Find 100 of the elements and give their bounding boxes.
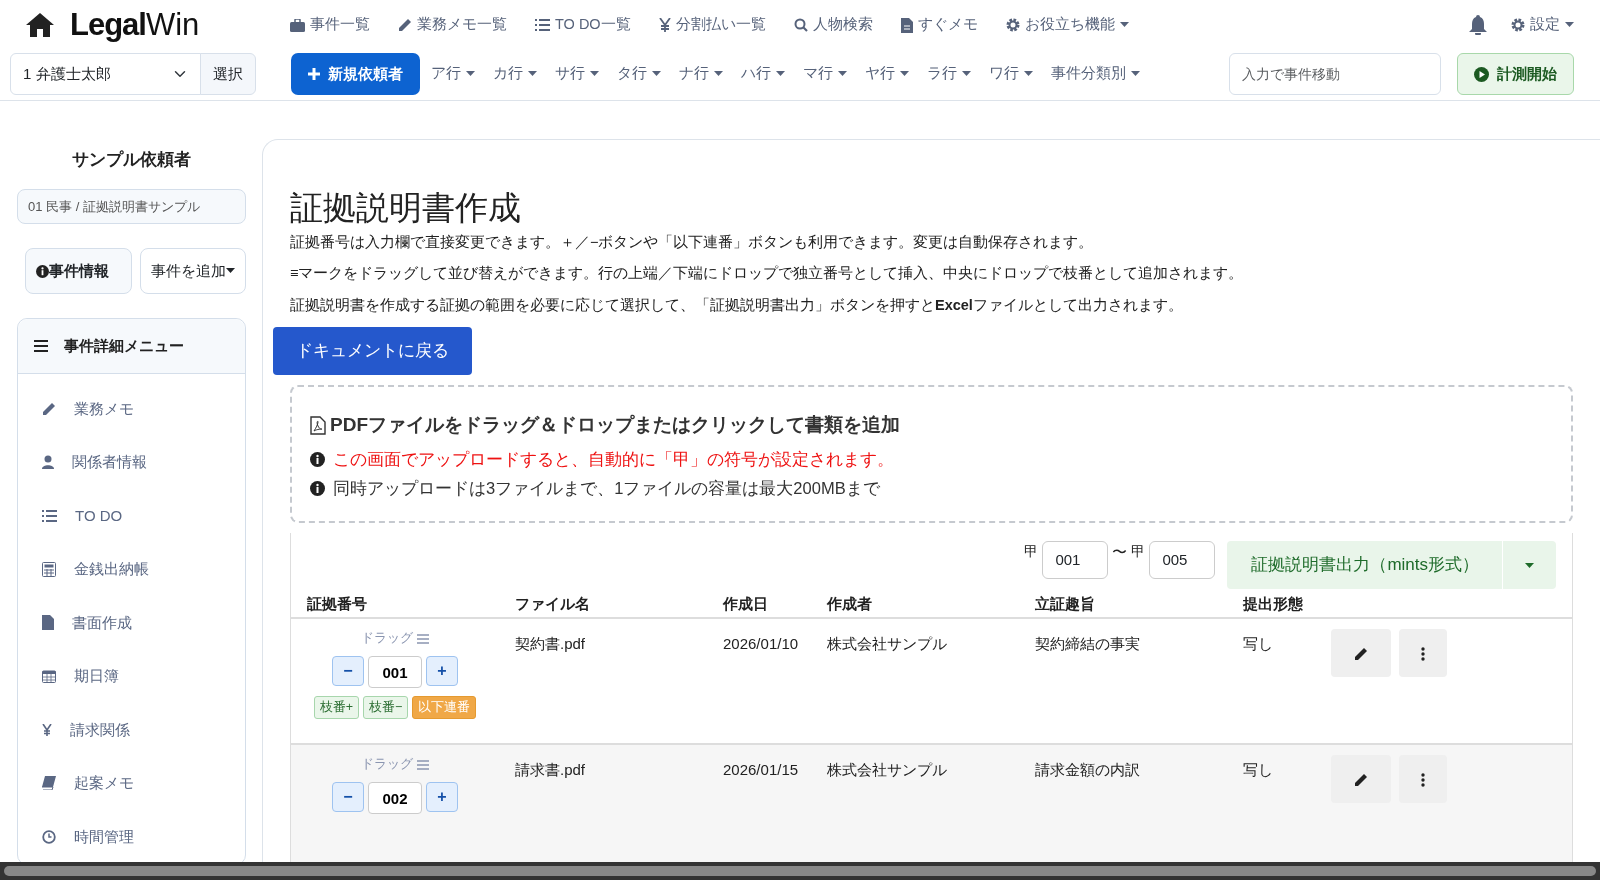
- evidence-number-field[interactable]: 002: [368, 782, 422, 815]
- index-menu[interactable]: カ行: [493, 63, 537, 85]
- list-icon: [42, 509, 57, 522]
- nav-link[interactable]: お役立ち機能: [1005, 14, 1129, 36]
- menu-item[interactable]: 時間管理: [18, 810, 245, 864]
- table-cell: 契約締結の事実: [1035, 635, 1140, 653]
- list-icon: [535, 19, 550, 31]
- calendar-icon: [42, 669, 56, 684]
- new-client-button[interactable]: 新規依頼者: [291, 53, 420, 95]
- edit-button[interactable]: [1331, 629, 1391, 678]
- nav-link[interactable]: TO DO一覧: [535, 14, 631, 36]
- add-case-button[interactable]: 事件を追加: [140, 248, 246, 294]
- menu-item[interactable]: TO DO: [18, 489, 245, 543]
- info-icon: [36, 264, 49, 278]
- nav-link[interactable]: 人物検索: [793, 14, 873, 36]
- menu-icon: [34, 340, 48, 352]
- menu-item[interactable]: 期日簿: [18, 649, 245, 703]
- kebab-menu-icon: [1421, 773, 1425, 788]
- menu-item[interactable]: 請求関係: [18, 703, 245, 757]
- yen-icon: [42, 723, 52, 736]
- caret-icon: [900, 71, 909, 77]
- branch-number-button[interactable]: 枝番+: [313, 696, 359, 719]
- info-icon: [310, 480, 325, 496]
- clock-icon: [42, 829, 56, 844]
- menu-item[interactable]: 業務メモ: [18, 382, 245, 436]
- nav-link[interactable]: すぐメモ: [900, 14, 978, 36]
- decrement-button[interactable]: −: [332, 782, 364, 813]
- menu-item[interactable]: 関係者情報: [18, 435, 245, 489]
- case-label[interactable]: 01 民事 / 証拠説明書サンプル: [17, 188, 246, 224]
- nav-link[interactable]: 事件一覧: [290, 14, 370, 36]
- export-dropdown-toggle[interactable]: [1502, 540, 1556, 589]
- pdf-file-icon: [310, 415, 326, 435]
- table-cell: 2026/01/10: [723, 635, 799, 653]
- increment-button[interactable]: +: [426, 782, 458, 813]
- pencil-icon: [1354, 773, 1368, 788]
- back-button[interactable]: ドキュメントに戻る: [273, 326, 472, 375]
- home-icon: [26, 13, 54, 37]
- index-menu[interactable]: タ行: [617, 63, 661, 85]
- notice-text: この画面でアップロードすると、自動的に「甲」の符号が設定されます。: [333, 449, 894, 471]
- timer-start-button[interactable]: 計測開始: [1457, 53, 1574, 95]
- caret-icon: [962, 71, 971, 77]
- index-menu[interactable]: サ行: [555, 63, 599, 85]
- range-start-field[interactable]: 001: [1042, 540, 1109, 579]
- branch-number-button[interactable]: 枝番−: [363, 696, 409, 719]
- index-menu[interactable]: ハ行: [741, 63, 785, 85]
- instruction-text: ≡マークをドラッグして並び替えができます。行の上端／下端にドロップで独立番号として挿入、中央にドロップで枝番として追加されます。: [290, 264, 1245, 284]
- caret-icon: [776, 71, 785, 77]
- menu-item[interactable]: 書面作成: [18, 596, 245, 650]
- menu-item[interactable]: 金銭出納帳: [18, 542, 245, 596]
- scrollbar[interactable]: [0, 862, 1600, 880]
- drag-handle-icon: [417, 633, 429, 644]
- table-cell: 写し: [1243, 761, 1273, 779]
- increment-button[interactable]: +: [426, 656, 458, 687]
- book-icon: [42, 776, 56, 791]
- nav-link[interactable]: 分割払い一覧: [658, 14, 766, 36]
- table-cell: 契約書.pdf: [515, 635, 586, 653]
- evidence-number-field[interactable]: 001: [368, 656, 422, 689]
- info-icon: [310, 452, 325, 468]
- gear-icon: [1005, 18, 1020, 32]
- caret-icon: [1131, 71, 1140, 77]
- nav-link[interactable]: 業務メモ一覧: [398, 14, 507, 36]
- decrement-button[interactable]: −: [332, 656, 364, 687]
- select-button[interactable]: 選択: [200, 53, 256, 95]
- index-menu[interactable]: ワ行: [989, 63, 1033, 85]
- index-menu[interactable]: ヤ行: [865, 63, 909, 85]
- file-dropzone[interactable]: PDFファイルをドラッグ＆ドロップまたはクリックして書類を追加 この画面でアップロードすると、自動的に「甲」の符号が設定されます。 同時アップロードは3ファイルまで、1ファイルの容量は最大200MBまで: [290, 384, 1573, 523]
- range-prefix: 甲: [1131, 541, 1146, 561]
- page-title: 証拠説明書作成: [290, 188, 522, 228]
- instruction-text: 証拠番号は入力欄で直接変更できます。＋／−ボタンや「以下連番」ボタンも利用できます。変更は自動保存されます。: [290, 232, 1095, 252]
- edit-button[interactable]: [1331, 755, 1391, 804]
- caret-icon: [590, 71, 599, 77]
- column-header: 立証趣旨: [1035, 594, 1095, 612]
- case-jump-field[interactable]: 入力で事件移動: [1229, 53, 1441, 95]
- range-prefix: 甲: [1024, 541, 1039, 561]
- index-menu[interactable]: ラ行: [927, 63, 971, 85]
- caret-icon: [652, 71, 661, 77]
- table-cell: 株式会社サンプル: [827, 761, 947, 779]
- range-end-field[interactable]: 005: [1149, 540, 1216, 579]
- index-menu[interactable]: ナ行: [679, 63, 723, 85]
- caret-icon: [226, 268, 235, 274]
- index-menu[interactable]: マ行: [803, 63, 847, 85]
- index-menu[interactable]: ア行: [431, 63, 475, 85]
- column-header: 作成者: [827, 594, 872, 612]
- search-icon: [793, 18, 808, 32]
- export-button[interactable]: 証拠説明書出力（mints形式）: [1227, 540, 1503, 589]
- calculator-icon: [42, 561, 56, 577]
- pencil-icon: [398, 18, 412, 32]
- document-icon: [900, 17, 913, 33]
- settings-menu[interactable]: 設定: [1511, 14, 1574, 36]
- caret-icon: [528, 71, 537, 77]
- case-info-button[interactable]: 事件情報: [25, 248, 132, 294]
- column-header: ファイル名: [515, 594, 590, 612]
- menu-item[interactable]: 起案メモ: [18, 756, 245, 810]
- menu-title: 事件詳細メニュー: [64, 335, 184, 356]
- lawyer-select[interactable]: 1 弁護士太郎: [10, 53, 201, 95]
- index-menu[interactable]: 事件分類別: [1051, 63, 1140, 85]
- brand-logo[interactable]: LegalWin: [70, 1, 200, 49]
- client-name: サンプル依頼者: [71, 149, 192, 171]
- column-header: 提出形態: [1243, 594, 1303, 612]
- caret-icon: [1024, 71, 1033, 77]
